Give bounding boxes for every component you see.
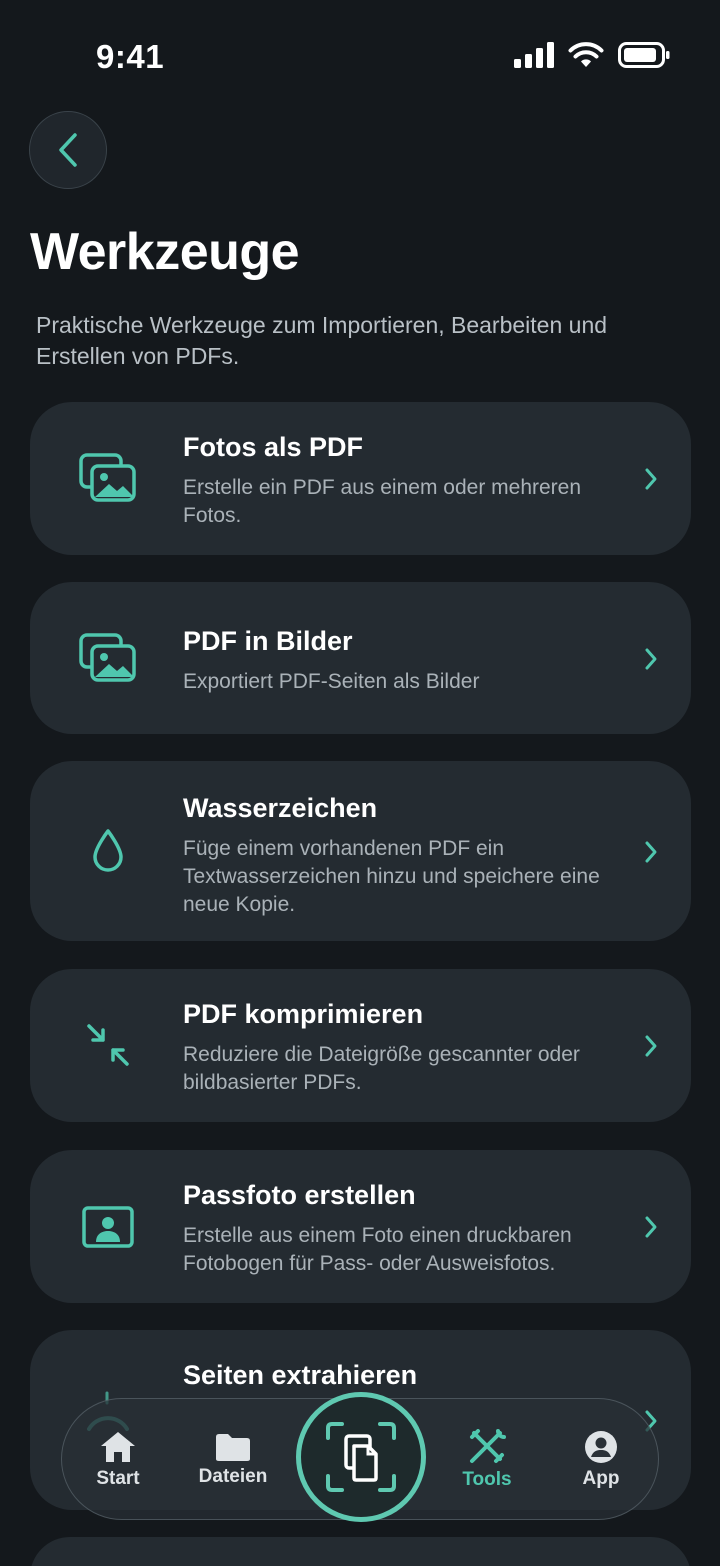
status-bar: 9:41 bbox=[0, 0, 720, 110]
tab-label: App bbox=[582, 1468, 620, 1489]
account-icon bbox=[585, 1431, 617, 1463]
card-description: Füge einem vorhandenen PDF ein Textwasse… bbox=[183, 837, 600, 916]
tab-label: Tools bbox=[462, 1469, 512, 1490]
scan-button[interactable] bbox=[296, 1392, 426, 1522]
chevron-right-icon bbox=[641, 1212, 661, 1242]
back-button[interactable] bbox=[29, 111, 107, 189]
tool-card-passport-photo[interactable]: Passfoto erstellen Erstelle aus einem Fo… bbox=[30, 1150, 691, 1303]
chevron-right-icon bbox=[641, 837, 661, 867]
tool-card-pdf-to-images[interactable]: PDF in Bilder Exportiert PDF-Seiten als … bbox=[30, 582, 691, 734]
wifi-icon bbox=[568, 42, 604, 67]
scan-document-icon bbox=[326, 1422, 396, 1492]
chevron-right-icon bbox=[641, 464, 661, 494]
tool-card-compress-pdf[interactable]: PDF komprimieren Reduziere die Dateigröß… bbox=[30, 969, 691, 1122]
battery-icon bbox=[618, 42, 670, 68]
page-title: Werkzeuge bbox=[30, 223, 300, 281]
chevron-right-icon bbox=[641, 644, 661, 674]
card-title: PDF komprimieren bbox=[183, 999, 424, 1029]
card-title: PDF in Bilder bbox=[183, 626, 353, 656]
tool-card-watermark[interactable]: Wasserzeichen Füge einem vorhandenen PDF… bbox=[30, 761, 691, 941]
tab-label: Dateien bbox=[198, 1466, 268, 1487]
status-time: 9:41 bbox=[96, 38, 165, 75]
tool-card-photos-to-pdf[interactable]: Fotos als PDF Erstelle ein PDF aus einem… bbox=[30, 402, 691, 555]
images-icon bbox=[78, 448, 138, 508]
tool-card-peek bbox=[30, 1537, 691, 1566]
tools-icon bbox=[470, 1429, 506, 1463]
droplet-icon bbox=[78, 821, 138, 881]
card-title: Fotos als PDF bbox=[183, 432, 364, 462]
card-description: Exportiert PDF-Seiten als Bilder bbox=[183, 670, 480, 693]
portrait-icon bbox=[78, 1197, 138, 1257]
card-description: Reduziere die Dateigröße gescannter oder… bbox=[183, 1043, 580, 1094]
page-subtitle: Praktische Werkzeuge zum Importieren, Be… bbox=[36, 312, 608, 369]
images-icon bbox=[78, 628, 138, 688]
chevron-left-icon bbox=[59, 133, 77, 167]
folder-icon bbox=[216, 1434, 250, 1461]
status-icons bbox=[514, 42, 670, 68]
tab-tools[interactable]: Tools bbox=[437, 1399, 537, 1521]
chevron-right-icon bbox=[641, 1031, 661, 1061]
card-title: Wasserzeichen bbox=[183, 793, 378, 823]
card-title: Passfoto erstellen bbox=[183, 1180, 416, 1210]
tools-screen: 9:41 Werkzeuge Praktische Werkzeuge zum … bbox=[0, 0, 720, 1566]
card-description: Erstelle ein PDF aus einem oder mehreren… bbox=[183, 476, 582, 527]
tab-label: Start bbox=[96, 1468, 140, 1489]
compress-arrows-icon bbox=[78, 1015, 138, 1075]
card-description: Erstelle aus einem Foto einen druckbaren… bbox=[183, 1224, 572, 1275]
card-title: Seiten extrahieren bbox=[183, 1360, 418, 1390]
tab-app[interactable]: App bbox=[551, 1399, 651, 1521]
home-icon bbox=[101, 1432, 135, 1462]
signal-icon bbox=[514, 42, 554, 68]
tab-dateien[interactable]: Dateien bbox=[183, 1399, 283, 1521]
tab-start[interactable]: Start bbox=[68, 1399, 168, 1521]
